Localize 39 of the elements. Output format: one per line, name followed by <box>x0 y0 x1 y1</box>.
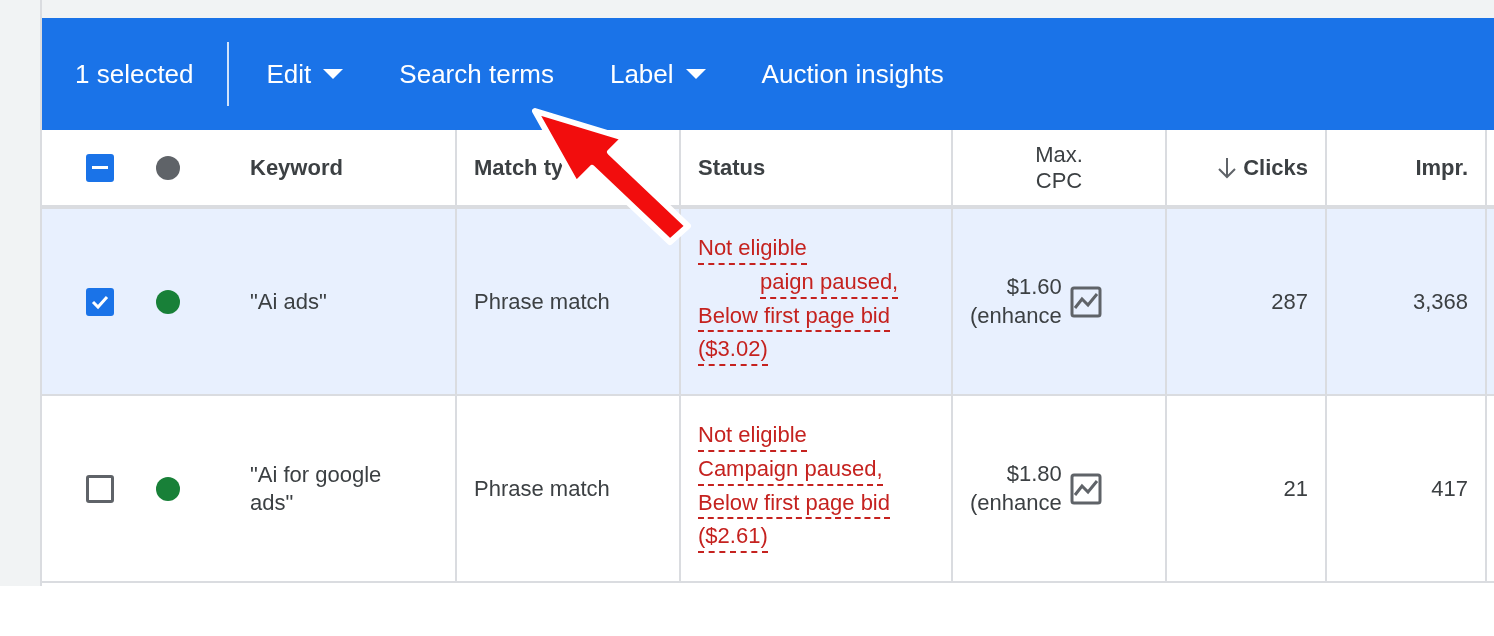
chart-icon[interactable] <box>1069 285 1102 318</box>
toolbar-button[interactable]: Search terms <box>371 46 582 102</box>
caret-icon <box>323 69 344 79</box>
match-type-text: Phrase match <box>474 475 610 502</box>
selection-count: 1 selected <box>75 58 194 90</box>
sort-arrow-icon[interactable] <box>1217 156 1238 179</box>
caret-icon <box>685 69 706 79</box>
impressions-value: 417 <box>1431 475 1468 502</box>
bid-strategy-text: (enhance <box>970 488 1062 517</box>
select-all-checkbox[interactable] <box>86 153 114 182</box>
status-text[interactable]: Below first page bid <box>698 488 890 520</box>
status-text[interactable]: Campaign paused, <box>698 454 883 486</box>
column-header[interactable]: Keyword <box>250 154 343 181</box>
clicks-value: 287 <box>1271 288 1308 315</box>
toolbar-button[interactable]: Edit <box>238 46 372 102</box>
column-header[interactable]: Clicks <box>1243 154 1308 181</box>
keyword-text: "Ai ads" <box>250 287 328 316</box>
column-header[interactable]: Match ty <box>474 154 564 181</box>
status-text[interactable]: Not eligible <box>698 421 807 452</box>
toolbar-button[interactable]: Auction insights <box>733 46 972 102</box>
row-checkbox[interactable] <box>86 474 114 503</box>
column-header[interactable]: Impr. <box>1415 154 1468 181</box>
max-cpc-value: $1.60 <box>1006 272 1062 301</box>
bid-strategy-text: (enhance <box>970 301 1062 330</box>
status-text[interactable]: Below first page bid <box>698 301 890 333</box>
max-cpc-value: $1.80 <box>1006 459 1062 488</box>
toolbar-button[interactable]: Label <box>581 46 734 102</box>
status-text[interactable]: ($3.02) <box>698 335 768 366</box>
row-checkbox[interactable] <box>86 287 114 316</box>
column-header[interactable]: Max. CPC <box>1029 141 1089 194</box>
clicks-value: 21 <box>1283 475 1308 502</box>
impressions-value: 3,368 <box>1412 288 1468 315</box>
status-text[interactable]: Not eligible <box>698 234 807 265</box>
status-text[interactable]: paign paused, <box>760 267 899 299</box>
column-header[interactable]: Status <box>698 154 766 181</box>
keyword-text: "Ai for google ads" <box>250 461 383 516</box>
match-type-text: Phrase match <box>474 288 610 315</box>
status-text[interactable]: ($2.61) <box>698 522 768 553</box>
chart-icon[interactable] <box>1069 472 1102 505</box>
